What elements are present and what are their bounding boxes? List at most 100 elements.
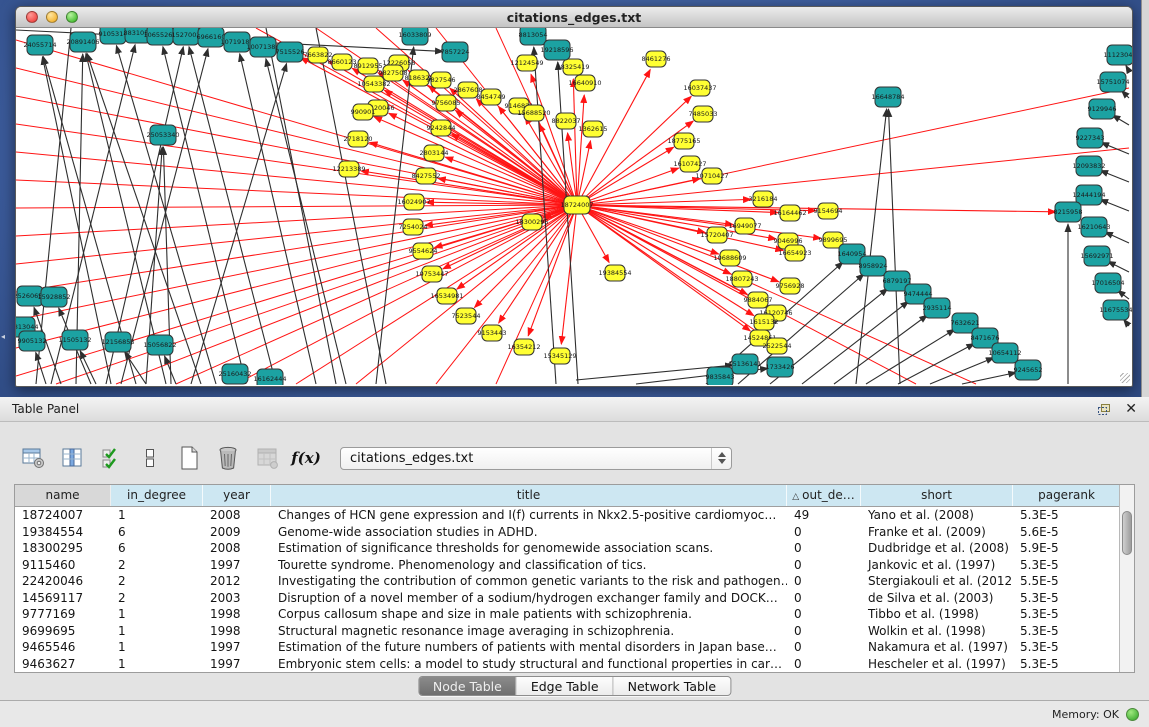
graph-node-teal[interactable]: 2935114 bbox=[923, 298, 952, 318]
cell-name[interactable]: 9115460 bbox=[15, 557, 111, 574]
graph-node-teal[interactable]: 15692971 bbox=[1080, 246, 1113, 266]
column-header-in_degree[interactable]: in_degree bbox=[111, 485, 203, 506]
graph-node-teal[interactable]: 11675534 bbox=[1099, 300, 1132, 320]
cell-pagerank[interactable]: 5.5E-5 bbox=[1013, 573, 1121, 590]
citation-edge-black[interactable] bbox=[116, 46, 216, 384]
graph-node-yellow[interactable]: 18775165 bbox=[667, 133, 700, 149]
cell-in_degree[interactable]: 2 bbox=[111, 573, 203, 590]
graph-node-yellow[interactable]: 18325419 bbox=[556, 59, 589, 75]
citation-edge-black[interactable] bbox=[1100, 170, 1129, 182]
column-header-title[interactable]: title bbox=[271, 485, 787, 506]
cell-out_de[interactable]: 0 bbox=[787, 606, 861, 623]
graph-node-yellow[interactable]: 16354212 bbox=[507, 339, 540, 355]
cell-pagerank[interactable]: 5.3E-5 bbox=[1013, 557, 1121, 574]
function-builder-icon[interactable]: f(x) bbox=[293, 445, 319, 471]
cell-short[interactable]: Franke et al. (2009) bbox=[861, 524, 1013, 541]
graph-node-yellow[interactable]: 8461276 bbox=[642, 51, 671, 67]
tab-node-table[interactable]: Node Table bbox=[419, 677, 516, 695]
cell-in_degree[interactable]: 1 bbox=[111, 507, 203, 524]
table-row[interactable]: 1938455462009Genome-wide association stu… bbox=[15, 524, 1134, 541]
cell-short[interactable]: Yano et al. (2008) bbox=[861, 507, 1013, 524]
graph-node-yellow[interactable]: 7485033 bbox=[689, 106, 718, 122]
graph-node-teal[interactable]: 15928852 bbox=[37, 287, 70, 307]
table-row[interactable]: 1830029562008Estimation of significance … bbox=[15, 540, 1134, 557]
column-header-pagerank[interactable]: pagerank bbox=[1013, 485, 1121, 506]
graph-node-yellow[interactable]: 19384554 bbox=[598, 265, 631, 281]
graph-node-teal[interactable]: 11505132 bbox=[58, 330, 91, 350]
graph-node-teal[interactable]: 8215958 bbox=[1054, 202, 1083, 222]
citation-edge-red[interactable] bbox=[16, 205, 577, 208]
import-table-icon[interactable] bbox=[254, 445, 280, 471]
cell-pagerank[interactable]: 5.3E-5 bbox=[1013, 639, 1121, 656]
graph-node-teal[interactable]: 16162444 bbox=[253, 369, 286, 385]
graph-node-teal[interactable]: 15751074 bbox=[1096, 72, 1129, 92]
cell-in_degree[interactable]: 1 bbox=[111, 623, 203, 640]
graph-node-teal[interactable]: 16648784 bbox=[871, 87, 904, 107]
table-row[interactable]: 946362711997Embryonic stem cells: a mode… bbox=[15, 656, 1134, 673]
cell-pagerank[interactable]: 5.3E-5 bbox=[1013, 606, 1121, 623]
column-header-name[interactable]: name bbox=[15, 485, 111, 506]
graph-node-yellow[interactable]: 7523544 bbox=[452, 308, 481, 324]
cell-pagerank[interactable]: 5.3E-5 bbox=[1013, 656, 1121, 673]
column-header-short[interactable]: short bbox=[861, 485, 1013, 506]
graph-node-teal[interactable]: 16033809 bbox=[398, 28, 431, 45]
graph-node-teal[interactable]: 20891406 bbox=[66, 32, 99, 52]
column-chooser-icon[interactable] bbox=[59, 445, 85, 471]
citation-edge-red[interactable] bbox=[577, 96, 691, 205]
cell-year[interactable]: 1997 bbox=[203, 557, 271, 574]
cell-title[interactable]: Investigating the contribution of common… bbox=[271, 573, 787, 590]
column-header-out_de[interactable]: △out_de… bbox=[787, 485, 861, 506]
tab-edge-table[interactable]: Edge Table bbox=[516, 677, 613, 695]
cell-out_de[interactable]: 49 bbox=[787, 507, 861, 524]
graph-node-teal[interactable]: 25053340 bbox=[146, 125, 179, 145]
cell-title[interactable]: Disruption of a novel member of a sodium… bbox=[271, 590, 787, 607]
cell-name[interactable]: 19384554 bbox=[15, 524, 111, 541]
graph-node-teal[interactable]: 17016504 bbox=[1091, 273, 1124, 293]
cell-out_de[interactable]: 0 bbox=[787, 557, 861, 574]
citation-edge-black[interactable] bbox=[1126, 65, 1129, 71]
graph-node-yellow[interactable]: 18724007 bbox=[560, 196, 593, 214]
cell-out_de[interactable]: 0 bbox=[787, 656, 861, 673]
citation-edge-black[interactable] bbox=[240, 54, 316, 384]
graph-node-teal[interactable]: 8813054 bbox=[519, 28, 548, 45]
cell-name[interactable]: 18724007 bbox=[15, 507, 111, 524]
citation-edge-red[interactable] bbox=[16, 205, 577, 236]
network-view-window[interactable]: citations_edges.txt 18724007183002951938… bbox=[15, 6, 1133, 387]
citation-edge-red[interactable] bbox=[16, 205, 577, 320]
cell-title[interactable]: Embryonic stem cells: a model to study s… bbox=[271, 656, 787, 673]
citation-edge-black[interactable] bbox=[80, 351, 96, 384]
cell-out_de[interactable]: 0 bbox=[787, 639, 861, 656]
citation-edge-black[interactable] bbox=[962, 372, 1016, 384]
cell-pagerank[interactable]: 5.6E-5 bbox=[1013, 524, 1121, 541]
citation-edge-red[interactable] bbox=[384, 90, 577, 205]
graph-node-yellow[interactable]: 2718120 bbox=[344, 131, 373, 147]
citation-network-graph[interactable]: 1872400718300295193845547663822866012389… bbox=[16, 28, 1132, 385]
cell-year[interactable]: 2012 bbox=[203, 573, 271, 590]
graph-node-yellow[interactable]: 990901 bbox=[351, 104, 376, 120]
graph-node-yellow[interactable]: 8822037 bbox=[552, 113, 581, 129]
table-row[interactable]: 1456911722003Disruption of a novel membe… bbox=[15, 590, 1134, 607]
graph-node-teal[interactable]: 19218596 bbox=[540, 40, 573, 60]
cell-short[interactable]: Wolkin et al. (1998) bbox=[861, 623, 1013, 640]
citation-edge-black[interactable] bbox=[1105, 232, 1129, 243]
graph-node-teal[interactable]: 25160432 bbox=[218, 364, 251, 384]
cell-in_degree[interactable]: 1 bbox=[111, 639, 203, 656]
cell-title[interactable]: Changes of HCN gene expression and I(f) … bbox=[271, 507, 787, 524]
cell-title[interactable]: Genome-wide association studies in ADHD. bbox=[271, 524, 787, 541]
close-button[interactable] bbox=[26, 11, 38, 23]
cell-short[interactable]: de Silva et al. (2003) bbox=[861, 590, 1013, 607]
table-row[interactable]: 969969511998Structural magnetic resonanc… bbox=[15, 623, 1134, 640]
cell-pagerank[interactable]: 5.9E-5 bbox=[1013, 540, 1121, 557]
window-resize-grip[interactable] bbox=[1120, 373, 1130, 383]
graph-node-yellow[interactable]: 9153443 bbox=[478, 325, 507, 341]
cell-pagerank[interactable]: 5.3E-5 bbox=[1013, 507, 1121, 524]
table-row[interactable]: 1872400712008Changes of HCN gene express… bbox=[15, 507, 1134, 524]
graph-node-teal[interactable]: 15136141 bbox=[728, 354, 761, 374]
row-merge-icon[interactable] bbox=[137, 445, 163, 471]
left-splitter-handle[interactable]: ◂ bbox=[1, 332, 5, 341]
graph-node-teal[interactable]: 9227343 bbox=[1076, 128, 1105, 148]
graph-node-teal[interactable]: 9245652 bbox=[1014, 360, 1043, 380]
close-panel-icon[interactable]: ✕ bbox=[1125, 402, 1137, 416]
graph-node-teal[interactable]: 10654112 bbox=[988, 343, 1021, 363]
cell-year[interactable]: 2008 bbox=[203, 540, 271, 557]
